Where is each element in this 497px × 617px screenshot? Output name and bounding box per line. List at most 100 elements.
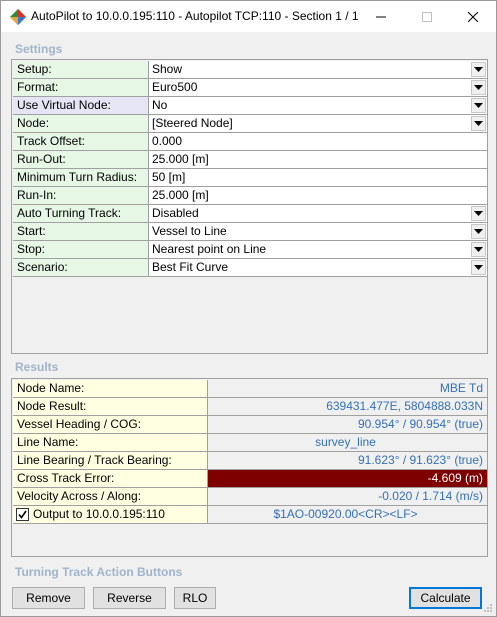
chevron-down-icon xyxy=(474,246,483,252)
select-format[interactable]: Euro500 xyxy=(149,79,487,96)
input-track-offset[interactable]: 0.000 xyxy=(149,133,487,150)
results-label-cross-track-error: Cross Track Error: xyxy=(13,470,208,487)
autopilot-app-icon xyxy=(10,9,26,25)
title-bar[interactable]: AutoPilot to 10.0.0.195:110 - Autopilot … xyxy=(1,1,496,32)
chevron-down-icon xyxy=(474,102,483,108)
settings-row-stop: Stop: Nearest point on Line xyxy=(13,241,487,259)
output-checkbox[interactable] xyxy=(16,508,29,521)
settings-row-scenario: Scenario: Best Fit Curve xyxy=(13,259,487,277)
select-scenario[interactable]: Best Fit Curve xyxy=(149,259,487,276)
maximize-icon xyxy=(422,11,432,22)
results-value-line-bearing-track-bearing: 91.623° / 91.623° (true) xyxy=(208,452,487,469)
select-use-virtual-node[interactable]: No xyxy=(149,97,487,114)
settings-label-stop: Stop: xyxy=(13,241,149,258)
reverse-button[interactable]: Reverse xyxy=(93,587,166,609)
settings-value-start: Vessel to Line xyxy=(152,224,227,238)
settings-label-track-offset: Track Offset: xyxy=(13,133,149,150)
dropdown-arrow-button[interactable] xyxy=(471,62,486,77)
settings-label-setup: Setup: xyxy=(13,61,149,78)
results-label-vessel-heading-cog: Vessel Heading / COG: xyxy=(13,416,208,433)
dropdown-arrow-button[interactable] xyxy=(471,80,486,95)
chevron-down-icon xyxy=(474,84,483,90)
settings-value-run-out: 25.000 [m] xyxy=(152,152,209,166)
select-node[interactable]: [Steered Node] xyxy=(149,115,487,132)
results-label-node-name: Node Name: xyxy=(13,380,208,397)
results-value-node-result: 639431.477E, 5804888.033N xyxy=(208,398,487,415)
output-checkbox-label[interactable]: Output to 10.0.0.195:110 xyxy=(13,506,208,523)
settings-label-scenario: Scenario: xyxy=(13,259,149,276)
settings-row-setup: Setup: Show xyxy=(13,61,487,79)
dropdown-arrow-button[interactable] xyxy=(471,224,486,239)
dropdown-arrow-button[interactable] xyxy=(471,260,486,275)
settings-value-minimum-turn-radius: 50 [m] xyxy=(152,170,186,184)
settings-row-auto-turning-track: Auto Turning Track: Disabled xyxy=(13,205,487,223)
select-setup[interactable]: Show xyxy=(149,61,487,78)
settings-value-track-offset: 0.000 xyxy=(152,134,183,148)
dropdown-arrow-button[interactable] xyxy=(471,116,486,131)
results-value-velocity-across-along: -0.020 / 1.714 (m/s) xyxy=(208,488,487,505)
results-label-line-name: Line Name: xyxy=(13,434,208,451)
results-row-vessel-heading-cog: Vessel Heading / COG: 90.954° / 90.954° (… xyxy=(13,416,487,434)
results-label-velocity-across-along: Velocity Across / Along: xyxy=(13,488,208,505)
settings-row-run-in: Run-In: 25.000 [m] xyxy=(13,187,487,205)
settings-label-use-virtual-node: Use Virtual Node: xyxy=(13,97,149,114)
results-value-node-name: MBE Td xyxy=(208,380,487,397)
results-row-line-name: Line Name: survey_line xyxy=(13,434,487,452)
results-rows: Node Name: MBE Td Node Result: 639431.477E,… xyxy=(13,380,487,524)
settings-label-run-in: Run-In: xyxy=(13,187,149,204)
resize-grip-icon[interactable] xyxy=(483,603,493,613)
turning-track-section-label: Turning Track Action Buttons xyxy=(15,565,183,579)
dropdown-arrow-button[interactable] xyxy=(471,242,486,257)
results-value-output-to-10-0-0-195-110: $1AO-00920.00<CR><LF> xyxy=(208,506,487,523)
calculate-button[interactable]: Calculate xyxy=(409,587,482,609)
select-stop[interactable]: Nearest point on Line xyxy=(149,241,487,258)
minimize-button[interactable] xyxy=(358,1,404,32)
settings-row-use-virtual-node: Use Virtual Node: No xyxy=(13,97,487,115)
results-row-velocity-across-along: Velocity Across / Along: -0.020 / 1.714 (… xyxy=(13,488,487,506)
dropdown-arrow-button[interactable] xyxy=(471,98,486,113)
settings-value-format: Euro500 xyxy=(152,80,198,94)
settings-section-label: Settings xyxy=(15,42,63,56)
settings-value-auto-turning-track: Disabled xyxy=(152,206,199,220)
results-section-label: Results xyxy=(15,360,59,374)
chevron-down-icon xyxy=(474,66,483,72)
results-label-line-bearing-track-bearing: Line Bearing / Track Bearing: xyxy=(13,452,208,469)
settings-label-run-out: Run-Out: xyxy=(13,151,149,168)
window-title: AutoPilot to 10.0.0.195:110 - Autopilot … xyxy=(31,9,359,23)
close-button[interactable] xyxy=(450,1,496,32)
rlo-button[interactable]: RLO xyxy=(174,587,216,609)
reverse-button-label: Reverse xyxy=(107,591,152,605)
settings-row-format: Format: Euro500 xyxy=(13,79,487,97)
dropdown-arrow-button[interactable] xyxy=(471,206,486,221)
settings-label-minimum-turn-radius: Minimum Turn Radius: xyxy=(13,169,149,186)
chevron-down-icon xyxy=(474,120,483,126)
settings-row-track-offset: Track Offset: 0.000 xyxy=(13,133,487,151)
select-start[interactable]: Vessel to Line xyxy=(149,223,487,240)
calculate-button-label: Calculate xyxy=(420,591,471,605)
settings-value-setup: Show xyxy=(152,62,183,76)
settings-value-node: [Steered Node] xyxy=(152,116,233,130)
settings-label-start: Start: xyxy=(13,223,149,240)
select-auto-turning-track[interactable]: Disabled xyxy=(149,205,487,222)
settings-row-start: Start: Vessel to Line xyxy=(13,223,487,241)
chevron-down-icon xyxy=(474,228,483,234)
settings-value-scenario: Best Fit Curve xyxy=(152,260,229,274)
results-row-cross-track-error: Cross Track Error: -4.609 (m) xyxy=(13,470,487,488)
input-run-in[interactable]: 25.000 [m] xyxy=(149,187,487,204)
output-label-text: Output to 10.0.0.195:110 xyxy=(33,507,165,521)
remove-button[interactable]: Remove xyxy=(12,587,85,609)
settings-label-auto-turning-track: Auto Turning Track: xyxy=(13,205,149,222)
results-grid: Node Name: MBE Td Node Result: 639431.477E,… xyxy=(11,378,488,557)
results-row-output-to-10-0-0-195-110: Output to 10.0.0.195:110 $1AO-00920.00<CR… xyxy=(13,506,487,524)
remove-button-label: Remove xyxy=(26,591,71,605)
settings-rows: Setup: Show Format: Euro500 Use Virtual Node… xyxy=(13,61,487,277)
input-run-out[interactable]: 25.000 [m] xyxy=(149,151,487,168)
input-minimum-turn-radius[interactable]: 50 [m] xyxy=(149,169,487,186)
results-value-line-name: survey_line xyxy=(208,434,487,451)
results-label-node-result: Node Result: xyxy=(13,398,208,415)
settings-value-run-in: 25.000 [m] xyxy=(152,188,209,202)
chevron-down-icon xyxy=(474,210,483,216)
results-row-line-bearing-track-bearing: Line Bearing / Track Bearing: 91.623° / 9… xyxy=(13,452,487,470)
maximize-button xyxy=(404,1,450,32)
chevron-down-icon xyxy=(474,264,483,270)
